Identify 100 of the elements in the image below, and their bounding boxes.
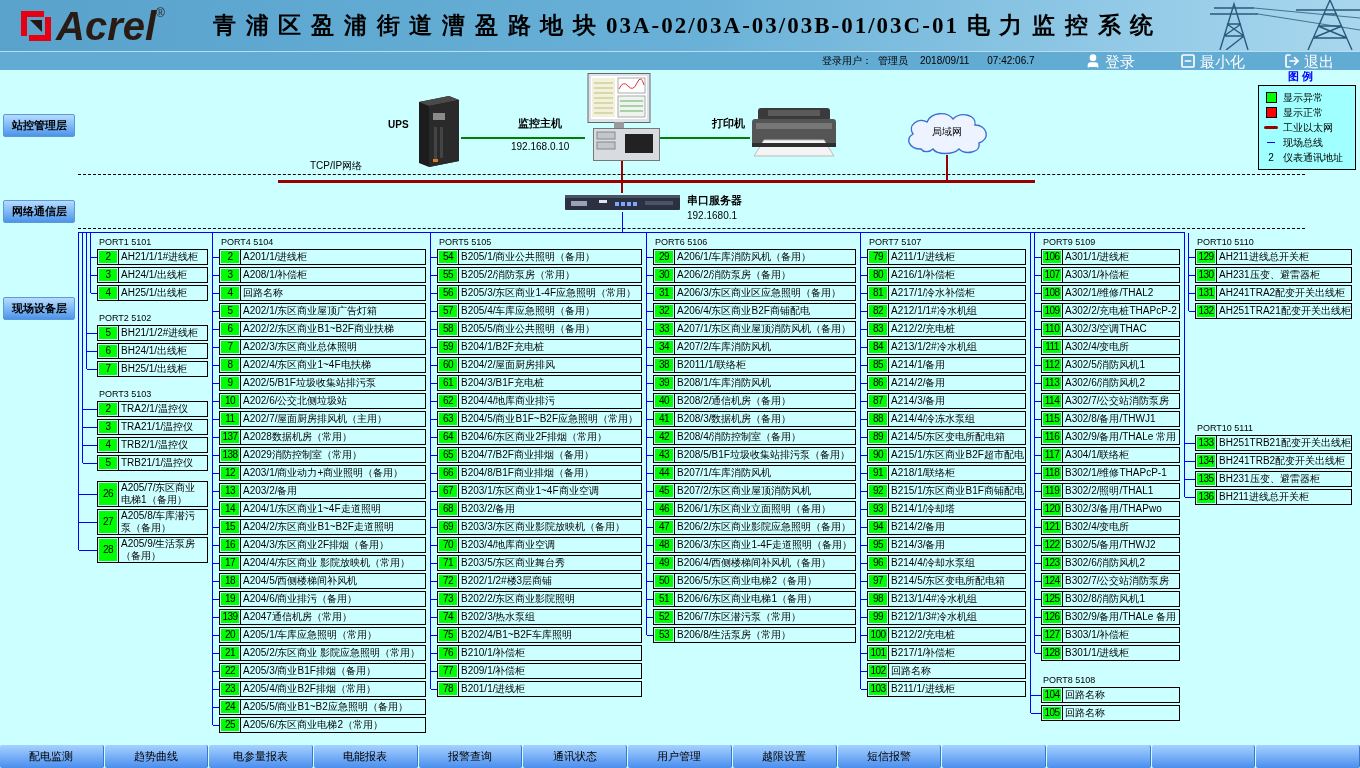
- meter-address: 51: [655, 593, 673, 605]
- device-name: A204/4/东区商业 影院放映机（常用）: [242, 557, 412, 569]
- meter-address: 17: [221, 557, 239, 569]
- meter-address: 61: [439, 377, 457, 389]
- nav-button[interactable]: 趋势曲线: [104, 745, 209, 768]
- device-name: AH24/1/出线柜: [120, 269, 189, 281]
- nav-button[interactable]: 电能报表: [314, 745, 418, 768]
- device-name: 回路名称: [1064, 689, 1106, 701]
- bus-branch-line: [431, 562, 437, 564]
- device-name: B205/5/商业公共照明（备用）: [460, 323, 597, 335]
- meter-address: 48: [655, 539, 673, 551]
- bus-branch-line: [213, 706, 219, 708]
- meter-address: 127: [1043, 629, 1061, 641]
- device-name: BH21/1/2#进线柜: [120, 327, 200, 339]
- bus-branch-line: [861, 670, 867, 672]
- bus-branch-line: [1035, 400, 1041, 402]
- nav-button[interactable]: [942, 745, 1046, 768]
- device-name: B203/1/东区商业1~4F商业空调: [460, 485, 600, 497]
- meter-address: 49: [655, 557, 673, 569]
- meter-address: 62: [439, 395, 457, 407]
- server-label: 串口服务器: [687, 195, 742, 206]
- device-name: 回路名称: [242, 287, 284, 299]
- bus-branch-line: [1189, 274, 1195, 276]
- bus-branch-line: [1035, 346, 1041, 348]
- device-name: B302/4/变电所: [1064, 521, 1131, 533]
- nav-button[interactable]: 电参量报表: [209, 745, 314, 768]
- bus-branch-line: [861, 436, 867, 438]
- meter-address: 5: [221, 305, 239, 317]
- device-name: B208/2/通信机房（备用）: [676, 395, 793, 407]
- bus-branch-line: [431, 274, 437, 276]
- nav-button[interactable]: 报警查询: [418, 745, 523, 768]
- meter-address: 5: [99, 327, 117, 339]
- bus-branch-line: [861, 526, 867, 528]
- nav-button[interactable]: 用户管理: [628, 745, 732, 768]
- bus-branch-line: [431, 310, 437, 312]
- bus-branch-line: [1035, 598, 1041, 600]
- port-label: PORT3 5103: [99, 389, 152, 399]
- meter-address: 47: [655, 521, 673, 533]
- device-name: B209/1/补偿柜: [460, 665, 527, 677]
- meter-address: 6: [99, 345, 117, 357]
- bus-branch-line: [1189, 256, 1195, 258]
- bus-branch-line: [431, 670, 437, 672]
- bus-branch-line: [861, 508, 867, 510]
- device-name: A207/1/东区商业屋顶消防风机（备用）: [676, 323, 853, 335]
- bus-branch-line: [861, 364, 867, 366]
- meter-address: 45: [655, 485, 673, 497]
- nav-button[interactable]: [1046, 745, 1151, 768]
- meter-address: 114: [1043, 395, 1061, 407]
- meter-address: 94: [869, 521, 887, 533]
- device-name: B202/1/2#楼3层商铺: [460, 575, 554, 587]
- legend-label: 仪表通讯地址: [1283, 151, 1343, 164]
- device-name: A205/2/东区商业 影院应急照明（常用）: [242, 647, 422, 659]
- device-name: A203/1/商业动力+商业照明（备用）: [242, 467, 405, 479]
- meter-address: 11: [221, 413, 239, 425]
- device-name: A214/3/备用: [890, 395, 947, 407]
- bus-branch-line: [1035, 616, 1041, 618]
- device-name: A214/2/备用: [890, 377, 947, 389]
- device-name: A302/5/消防风机1: [1064, 359, 1147, 371]
- meter-address: 97: [869, 575, 887, 587]
- bus-branch-line: [213, 454, 219, 456]
- nav-button[interactable]: 配电监测: [0, 745, 104, 768]
- bus-branch-line: [647, 436, 653, 438]
- meter-address: 53: [655, 629, 673, 641]
- meter-address: 14: [221, 503, 239, 515]
- device-name: B204/6/东区商业2F排烟（常用）: [460, 431, 609, 443]
- meter-address: 82: [869, 305, 887, 317]
- meter-address: 12: [221, 467, 239, 479]
- nav-button[interactable]: [1256, 745, 1360, 768]
- bus-branch-line: [1185, 460, 1195, 462]
- bus-branch-line: [213, 580, 219, 582]
- device-name: A303/1/补偿柜: [1064, 269, 1131, 281]
- bus-branch-line: [213, 526, 219, 528]
- bus-branch-line: [431, 652, 437, 654]
- bus-branch-line: [1185, 442, 1195, 444]
- meter-address: 122: [1043, 539, 1061, 551]
- meter-address: 118: [1043, 467, 1061, 479]
- meter-address: 133: [1197, 437, 1215, 449]
- nav-button[interactable]: 通讯状态: [523, 745, 628, 768]
- device-name: B207/1/车库消防风机: [676, 467, 773, 479]
- device-name: B206/8/生活泵房（常用）: [676, 629, 793, 641]
- device-name: B212/1/3#冷水机组: [890, 611, 978, 623]
- device-name: A302/1/维修/THAL2: [1064, 287, 1155, 299]
- meter-address: 132: [1197, 305, 1215, 317]
- nav-button[interactable]: 短信报警: [837, 745, 942, 768]
- bus-branch-line: [647, 508, 653, 510]
- device-name: A214/5/东区变电所配电箱: [890, 431, 1007, 443]
- bus-branch-line: [1185, 496, 1195, 498]
- time-text: 07:42:06.7: [987, 56, 1035, 66]
- device-name: B202/4/B1~B2F车库照明: [460, 629, 573, 641]
- bus-branch-line: [431, 436, 437, 438]
- network-label: 局域网: [932, 127, 962, 137]
- nav-button[interactable]: 越限设置: [732, 745, 837, 768]
- port-label: PORT7 5107: [869, 237, 922, 247]
- bus-branch-line: [1035, 256, 1041, 258]
- meter-address: 126: [1043, 611, 1061, 623]
- device-name: AH231压变、避雷器柜: [1218, 269, 1321, 281]
- nav-button[interactable]: [1151, 745, 1256, 768]
- meter-address: 96: [869, 557, 887, 569]
- device-name: B208/5/B1F垃圾收集站排污泵（备用）: [676, 449, 851, 461]
- bus-branch-line: [647, 400, 653, 402]
